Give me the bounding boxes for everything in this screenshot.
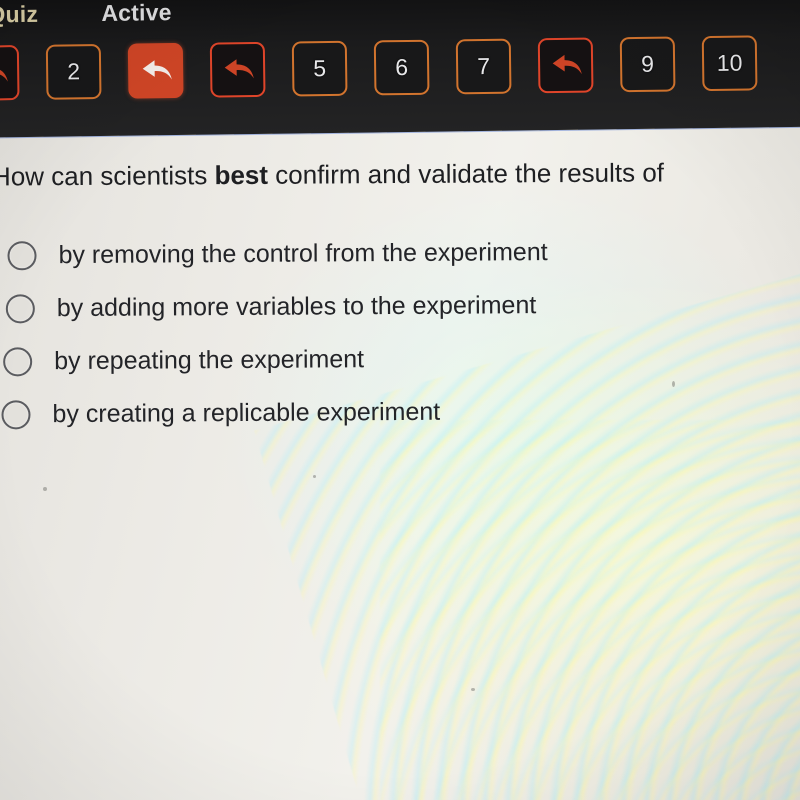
reply-arrow-icon <box>224 59 254 79</box>
nav-button-question-9[interactable]: 9 <box>619 35 676 92</box>
nav-button-question-10[interactable]: 10 <box>701 34 758 91</box>
question-number-buttons: 2 5 6 7 9 10 <box>0 31 758 103</box>
nav-button-question-2[interactable]: 2 <box>45 43 102 100</box>
nav-button-question-1[interactable] <box>0 44 20 101</box>
nav-button-label: 7 <box>477 52 491 79</box>
nav-button-question-5[interactable]: 5 <box>291 40 348 96</box>
quiz-status-label: Active <box>101 0 172 26</box>
reply-arrow-icon <box>552 54 582 75</box>
nav-button-question-3[interactable] <box>127 42 184 99</box>
answer-option-option-c[interactable]: by repeating the experiment <box>0 331 800 389</box>
quiz-navigation-bar: Quiz Active 2 5 6 7 9 10 <box>0 0 800 138</box>
nav-button-label: 10 <box>716 49 743 76</box>
nav-button-question-7[interactable]: 7 <box>455 38 512 94</box>
answer-option-option-d[interactable]: by creating a replicable experiment <box>0 384 800 442</box>
radio-button-option-c[interactable] <box>3 347 33 377</box>
quiz-label: Quiz <box>0 0 39 28</box>
answer-option-label: by removing the control from the experim… <box>58 238 548 270</box>
radio-button-option-d[interactable] <box>1 400 31 430</box>
nav-button-question-8[interactable] <box>537 37 594 93</box>
reply-arrow-icon <box>142 60 172 80</box>
nav-button-label: 2 <box>67 57 81 84</box>
nav-button-label: 5 <box>313 54 327 81</box>
answer-options-list: by removing the control from the experim… <box>0 225 800 442</box>
reply-arrow-icon <box>0 62 8 82</box>
question-emphasis-word: best <box>214 159 269 191</box>
question-text-part-1: How can scientists <box>0 160 215 192</box>
nav-button-label: 6 <box>395 53 409 80</box>
nav-button-question-6[interactable]: 6 <box>373 39 430 95</box>
answer-option-option-a[interactable]: by removing the control from the experim… <box>0 225 800 283</box>
quiz-screenshot: Quiz Active 2 5 6 7 9 10 How can scientists b… <box>0 0 800 800</box>
answer-option-label: by creating a replicable experiment <box>52 397 441 429</box>
answer-option-label: by adding more variables to the experime… <box>56 291 537 323</box>
answer-option-label: by repeating the experiment <box>54 345 365 376</box>
answer-option-option-b[interactable]: by adding more variables to the experime… <box>0 278 800 336</box>
radio-button-option-b[interactable] <box>5 294 35 324</box>
quiz-content: How can scientists best confirm and vali… <box>0 132 800 800</box>
question-text: How can scientists best confirm and vali… <box>0 157 800 192</box>
nav-button-label: 9 <box>641 50 655 77</box>
nav-button-question-4[interactable] <box>209 41 266 98</box>
question-text-part-2: confirm and validate the results of <box>267 157 665 190</box>
radio-button-option-a[interactable] <box>7 241 37 271</box>
